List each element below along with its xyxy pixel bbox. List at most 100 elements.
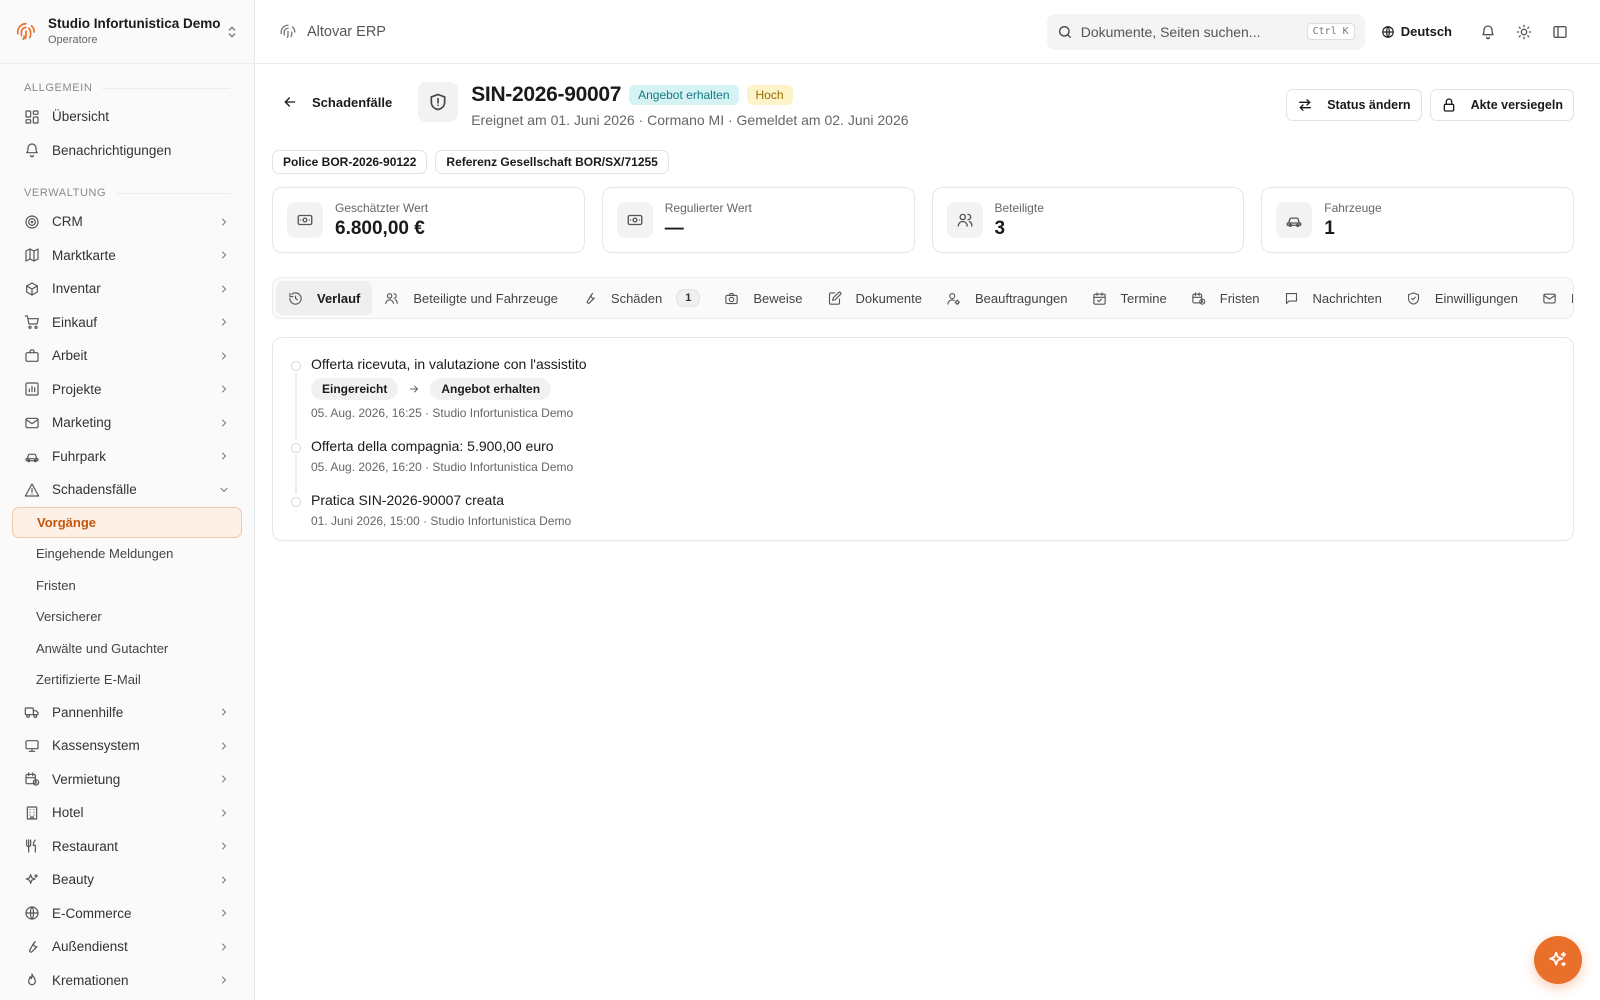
sidebar-item-fuhrpark[interactable]: Fuhrpark	[12, 440, 242, 474]
tab-label: Beteiligte und Fahrzeuge	[413, 290, 558, 306]
car-icon	[25, 453, 39, 463]
chevron-right-icon	[222, 909, 227, 917]
language-label: Deutsch	[1400, 24, 1452, 39]
sidebar-item-kassensystem[interactable]: Kassensystem	[12, 729, 242, 763]
tab-verlauf[interactable]: Verlauf	[276, 281, 373, 315]
wrench-icon	[586, 292, 595, 304]
sidebar-item-label: Beauty	[52, 872, 95, 888]
user-gear-icon	[947, 292, 960, 305]
change-status-button[interactable]: Status ändern	[1286, 89, 1422, 121]
sidebar-item-e-commerce[interactable]: E-Commerce	[12, 897, 242, 931]
back-button[interactable]: Schadenfälle	[272, 82, 402, 122]
timeline: Offerta ricevuta, in valutazione con l'a…	[272, 337, 1574, 541]
tab-schaden[interactable]: Schäden 1	[570, 281, 712, 315]
cart-icon	[24, 315, 39, 330]
fingerprint-logo-icon	[14, 20, 38, 44]
tab-dokumente[interactable]: Dokumente	[815, 281, 934, 315]
sidebar-item-label: E-Commerce	[52, 905, 132, 921]
sidebar-item-arbeit[interactable]: Arbeit	[12, 339, 242, 373]
bell-icon	[26, 143, 38, 158]
chevron-right-icon	[222, 352, 227, 360]
chevron-right-icon	[222, 218, 227, 226]
case-detail: Schadenfälle SIN-2026-90007 Angebot erha…	[255, 64, 1600, 1000]
sidebar-item-kremationen[interactable]: Kremationen	[12, 964, 242, 998]
sidebar-subitem-fristen[interactable]: Fristen	[12, 570, 242, 602]
message-icon	[1285, 292, 1297, 304]
users-icon	[957, 213, 972, 227]
sidebar-item-label: Marktkarte	[52, 247, 116, 263]
tab-beauftragungen[interactable]: Beauftragungen	[934, 281, 1080, 315]
org-switcher[interactable]: Studio Infortunistica Demo Operatore	[0, 0, 254, 64]
sidebar-subitem-zertifizierte-e-mail[interactable]: Zertifizierte E-Mail	[12, 664, 242, 696]
tab-beweise[interactable]: Beweise	[712, 281, 814, 315]
sidebar-item-projekte[interactable]: Projekte	[12, 373, 242, 407]
sidebar-item-inventar[interactable]: Inventar	[12, 272, 242, 306]
tab-label: Beauftragungen	[974, 290, 1068, 306]
sidebar-subitem-versicherer[interactable]: Versicherer	[12, 601, 242, 633]
sun-icon	[1516, 24, 1532, 39]
sidebar-item-vermietung[interactable]: Vermietung	[12, 763, 242, 797]
timeline-title: Offerta ricevuta, in valutazione con l'a…	[311, 356, 587, 372]
status-transition: Eingereicht Angebot erhalten	[311, 378, 1555, 400]
sidebar-item-claims[interactable]: Schadensfälle	[12, 473, 242, 507]
status-to-chip: Angebot erhalten	[430, 378, 552, 400]
theme-toggle-button[interactable]	[1508, 16, 1540, 48]
sidebar-item-label: Vermietung	[52, 771, 121, 787]
calendar-check-icon	[1092, 291, 1106, 305]
tab-einwilligungen[interactable]: Einwilligungen	[1394, 281, 1530, 315]
chevron-right-icon	[222, 285, 227, 293]
tab-p[interactable]: P	[1530, 281, 1573, 315]
notifications-button[interactable]	[1472, 16, 1504, 48]
tab-fristen[interactable]: Fristen	[1179, 281, 1272, 315]
globe-icon	[1381, 25, 1394, 38]
sidebar-item-einkauf[interactable]: Einkauf	[12, 306, 242, 340]
sidebar-subitem-anwalte-und-gutachter[interactable]: Anwälte und Gutachter	[12, 633, 242, 665]
calendar-clock-icon	[1192, 291, 1206, 305]
sidebar-item-aussendienst[interactable]: Außendienst	[12, 930, 242, 964]
timeline-connector	[295, 455, 297, 494]
history-icon	[289, 291, 302, 305]
sidebar-toggle-button[interactable]	[1544, 16, 1576, 48]
sidebar-item-ubersicht[interactable]: Übersicht	[12, 100, 242, 134]
sidebar-item-pannenhilfe[interactable]: Pannenhilfe	[12, 696, 242, 730]
tab-label: Beweise	[753, 290, 803, 306]
stat-icon-box	[287, 202, 323, 238]
tab-termine[interactable]: Termine	[1080, 281, 1179, 315]
stat-card-regulierter-wert: Regulierter Wert —	[601, 187, 915, 253]
sidebar-item-marketing[interactable]: Marketing	[12, 406, 242, 440]
status-badge: Angebot erhalten	[629, 85, 739, 105]
search-bar[interactable]: Ctrl K	[1046, 13, 1365, 50]
sidebar-item-label: Fuhrpark	[52, 448, 107, 464]
sidebar: Studio Infortunistica Demo Operatore ALL…	[0, 0, 255, 1000]
timeline-entry: Pratica SIN-2026-90007 creata 01. Juni 20…	[291, 492, 1555, 528]
seal-file-label: Akte versiegeln	[1470, 98, 1563, 112]
sidebar-subitem-vorgange[interactable]: Vorgänge	[12, 506, 242, 538]
language-selector[interactable]: Deutsch	[1381, 24, 1452, 39]
change-status-label: Status ändern	[1327, 98, 1411, 112]
topbar: Altovar ERP Ctrl K Deutsch	[255, 0, 1600, 64]
chevron-right-icon	[222, 876, 227, 884]
search-input[interactable]	[1080, 23, 1307, 40]
tab-label: Nachrichten	[1312, 290, 1382, 306]
flame-icon	[28, 973, 36, 986]
sidebar-item-crm[interactable]: CRM	[12, 205, 242, 239]
stat-card-beteiligte: Beteiligte 3	[931, 187, 1245, 253]
shield-check-icon	[1407, 291, 1419, 305]
sidebar-item-beauty[interactable]: Beauty	[12, 863, 242, 897]
sidebar-item-benachrichtigungen[interactable]: Benachrichtigungen	[12, 134, 242, 168]
sidebar-item-marktkarte[interactable]: Marktkarte	[12, 239, 242, 273]
ai-assistant-button[interactable]	[1534, 936, 1582, 984]
chevron-right-icon	[222, 742, 227, 750]
sidebar-item-hotel[interactable]: Hotel	[12, 796, 242, 830]
timeline-title: Offerta della compagnia: 5.900,00 euro	[311, 438, 554, 454]
tab-nachrichten[interactable]: Nachrichten	[1272, 281, 1394, 315]
map-icon	[25, 248, 39, 262]
seal-file-button[interactable]: Akte versiegeln	[1429, 89, 1574, 121]
tab-beteiligte-und-fahrzeuge[interactable]: Beteiligte und Fahrzeuge	[372, 281, 570, 315]
box-icon	[26, 282, 38, 296]
company-reference-chip: Referenz Gesellschaft BOR/SX/71255	[435, 150, 669, 174]
sidebar-item-restaurant[interactable]: Restaurant	[12, 830, 242, 864]
sidebar-subitem-eingehende-meldungen[interactable]: Eingehende Meldungen	[12, 538, 242, 570]
brand[interactable]: Altovar ERP	[279, 23, 386, 41]
warning-icon	[24, 483, 40, 497]
